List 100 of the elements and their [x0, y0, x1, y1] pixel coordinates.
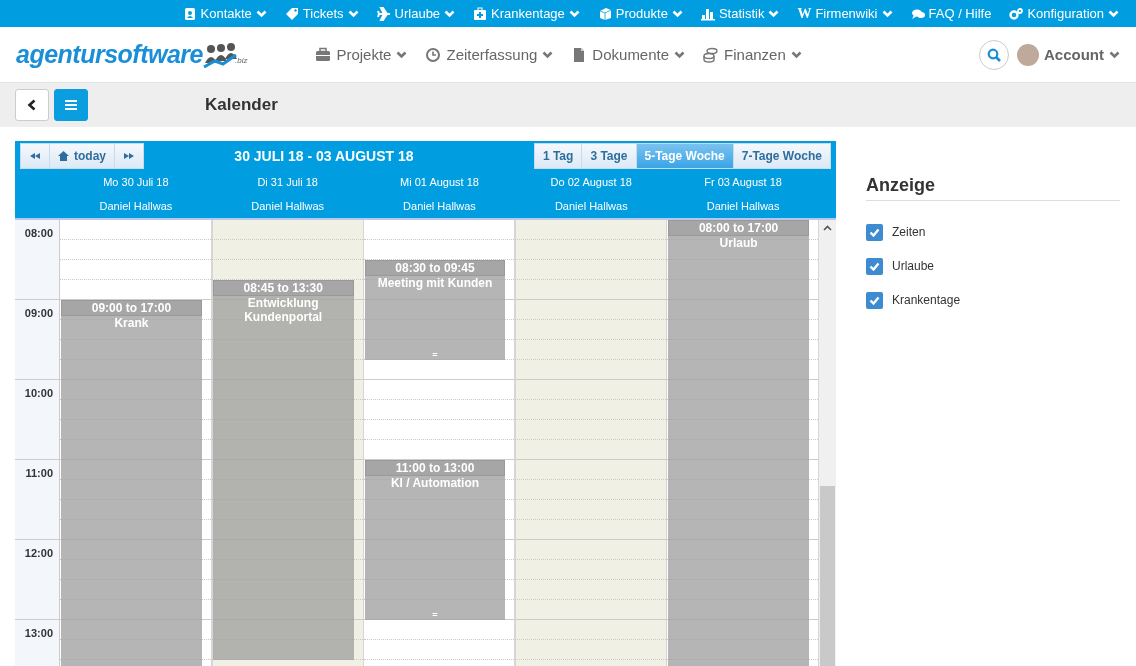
calendar-event[interactable]: 08:30 to 09:45 Meeting mit Kunden = — [364, 260, 506, 360]
event-time: 09:00 to 17:00 — [61, 300, 202, 316]
top-menu-item[interactable]: FAQ / Hilfe — [901, 6, 1001, 21]
search-icon — [987, 47, 1001, 62]
scrollbar[interactable] — [819, 220, 836, 666]
checkbox[interactable] — [866, 291, 883, 309]
event-time: 08:00 to 17:00 — [668, 220, 809, 236]
day-person: Daniel Hallwas — [402, 199, 477, 214]
view-tab[interactable]: 3 Tage — [582, 143, 637, 168]
double-arrow-left-icon — [29, 151, 41, 160]
day-person: Daniel Hallwas — [98, 199, 174, 214]
day-date: Fr 03 August 18 — [703, 175, 783, 190]
logo-suffix: .biz — [235, 56, 248, 65]
coins-icon — [703, 46, 720, 63]
nav-menu-item[interactable]: Dokumente — [571, 46, 686, 63]
event-title: Urlaub — [718, 236, 759, 250]
menu-label: Zeiterfassung — [446, 46, 538, 63]
menu-label: Statistik — [718, 6, 765, 21]
time-label: 13:00 — [24, 627, 53, 639]
resize-handle[interactable]: = — [364, 351, 506, 360]
top-menu-item[interactable]: Konfiguration — [1000, 6, 1128, 21]
top-menu-item[interactable]: W Firmenwiki — [788, 5, 902, 22]
event-time: 08:45 to 13:30 — [212, 280, 354, 296]
chevron-down-icon — [255, 9, 267, 18]
event-title: Entwicklung Kundenportal — [243, 296, 324, 324]
next-button[interactable] — [115, 143, 143, 168]
time-label: 10:00 — [24, 387, 53, 399]
home-icon — [58, 150, 69, 161]
menu-label: FAQ / Hilfe — [928, 6, 992, 21]
calendar-event[interactable]: 11:00 to 13:00 KI / Automation = — [364, 460, 506, 620]
top-menu-item[interactable]: Urlaube — [367, 6, 465, 21]
checkmark-icon — [869, 295, 880, 305]
view-tab[interactable]: 1 Tag — [534, 143, 583, 168]
day-date: Do 02 August 18 — [549, 175, 633, 190]
chevron-down-icon — [1108, 9, 1119, 18]
calendar-event[interactable]: 09:00 to 17:00 Krank — [61, 300, 202, 666]
briefcase-icon — [315, 46, 332, 63]
top-menu-item[interactable]: Kontakte — [173, 6, 276, 21]
top-menu-item[interactable]: Tickets — [275, 6, 368, 21]
day-date: Mo 30 Juli 18 — [102, 175, 170, 190]
menu-label: Dokumente — [592, 46, 670, 63]
checkbox[interactable] — [866, 257, 883, 275]
view-tab[interactable]: 7-Tage Woche — [733, 143, 830, 168]
day-person: Daniel Hallwas — [250, 199, 326, 214]
calendar-event[interactable]: 08:45 to 13:30 Entwicklung Kundenportal — [212, 280, 354, 660]
nav-menu-item[interactable]: Projekte — [315, 46, 408, 63]
bar-chart-icon — [700, 6, 715, 21]
cube-icon — [597, 6, 612, 21]
day-date: Di 31 Juli 18 — [256, 175, 319, 190]
account-menu[interactable]: Account — [1017, 43, 1120, 66]
nav-menu-item[interactable]: Zeiterfassung — [425, 46, 554, 63]
chevron-down-icon — [1109, 50, 1120, 59]
event-time: 11:00 to 13:00 — [364, 460, 506, 476]
checkbox-label: Zeiten — [892, 225, 926, 239]
checkbox-label: Krankentage — [892, 293, 961, 307]
today-button[interactable]: today — [50, 143, 115, 168]
menu-label: Produkte — [615, 6, 668, 21]
back-button[interactable] — [15, 89, 49, 121]
menu-button[interactable] — [54, 89, 88, 121]
medkit-icon — [473, 6, 488, 21]
chevron-down-icon — [790, 50, 802, 59]
view-tab[interactable]: 5-Tage Woche — [636, 143, 734, 168]
contact-card-icon — [182, 6, 197, 21]
event-title: KI / Automation — [389, 476, 481, 490]
wiki-icon: W — [797, 5, 812, 22]
airplane-icon — [376, 6, 391, 21]
chevron-down-icon — [881, 9, 893, 18]
calendar-event[interactable]: 08:00 to 17:00 Urlaub — [668, 220, 809, 666]
nav-menu-item[interactable]: Finanzen — [703, 46, 802, 63]
chevron-down-icon — [568, 9, 580, 18]
chevron-down-icon — [542, 50, 554, 59]
time-label: 08:00 — [24, 227, 53, 239]
top-menu-item[interactable]: Statistik — [691, 6, 789, 21]
chevron-down-icon — [671, 9, 683, 18]
top-menu-item[interactable]: Produkte — [588, 6, 692, 21]
top-menu-item[interactable]: Krankentage — [464, 6, 589, 21]
time-label: 11:00 — [25, 467, 53, 479]
chevron-down-icon — [396, 50, 408, 59]
clock-icon — [425, 46, 442, 63]
menu-label: Konfiguration — [1027, 6, 1104, 21]
tag-icon — [284, 6, 299, 21]
menu-label: Firmenwiki — [815, 6, 878, 21]
previous-button[interactable] — [21, 143, 50, 168]
menu-label: Projekte — [336, 46, 392, 63]
event-title: Meeting mit Kunden — [376, 276, 494, 290]
resize-handle[interactable]: = — [364, 611, 506, 620]
day-person: Daniel Hallwas — [705, 199, 781, 214]
scroll-up-icon — [823, 225, 832, 231]
checkbox-label: Urlaube — [892, 259, 935, 273]
menu-icon — [65, 100, 77, 110]
checkmark-icon — [869, 261, 880, 271]
chevron-down-icon — [768, 9, 780, 18]
search-button[interactable] — [979, 39, 1009, 70]
chevron-left-icon — [27, 99, 37, 111]
event-title: Krank — [113, 316, 150, 330]
panel-heading: Anzeige — [866, 175, 1120, 201]
checkbox[interactable] — [866, 223, 883, 241]
chevron-down-icon — [444, 9, 456, 18]
page-title: Kalender — [205, 95, 278, 115]
double-arrow-right-icon — [123, 151, 135, 160]
